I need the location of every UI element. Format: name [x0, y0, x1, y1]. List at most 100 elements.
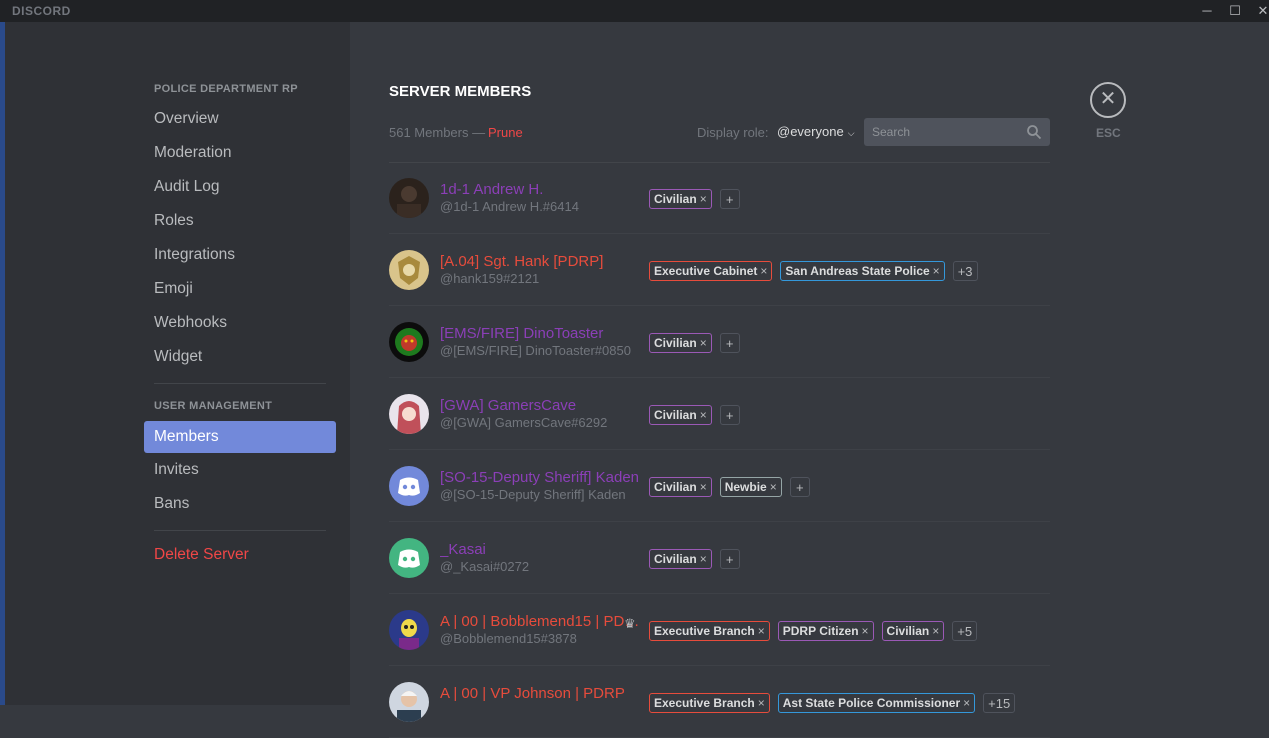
role-pill: Executive Cabinet × [649, 261, 773, 281]
add-role-button[interactable]: +5 [952, 621, 978, 641]
member-row[interactable]: _Kasai @_Kasai#0272 Civilian × + [389, 522, 1050, 594]
add-role-button[interactable]: + [719, 189, 740, 209]
sidebar-item-integrations[interactable]: Integrations [144, 239, 336, 271]
crown-icon: ♛ [624, 616, 636, 631]
role-list: Executive Branch × PDRP Citizen × Civilian × +… [649, 621, 978, 641]
member-tag: @hank159#2121 [440, 271, 540, 286]
role-pill: Executive Branch × [649, 693, 770, 713]
member-row[interactable]: [EMS/FIRE] DinoToaster @[EMS/FIRE] DinoTo… [389, 306, 1050, 378]
member-row[interactable]: 1d-1 Andrew H. @1d-1 Andrew H.#6414 Civili… [389, 162, 1050, 234]
avatar [389, 178, 429, 218]
role-pill: PDRP Citizen × [777, 621, 874, 641]
search-icon [1027, 125, 1042, 140]
avatar [389, 322, 429, 362]
role-pill: Civilian × [649, 477, 712, 497]
member-tag: @[SO-15-Deputy Sheriff] Kaden [440, 487, 626, 502]
avatar [389, 250, 429, 290]
window-close-icon[interactable]: ✕ [1249, 0, 1269, 22]
member-row[interactable]: [SO-15-Deputy Sheriff] Kaden @[SO-15-Depu… [389, 450, 1050, 522]
member-name: A | 00 | Bobblemend15 | PDRP [440, 613, 640, 630]
role-list: Executive Cabinet × San Andreas State Poli… [649, 261, 978, 281]
add-role-button[interactable]: + [719, 333, 740, 353]
remove-role-icon[interactable]: × [758, 624, 765, 638]
member-tag: @[EMS/FIRE] DinoToaster#0850 [440, 343, 631, 358]
search-box[interactable] [864, 118, 1050, 146]
minimize-icon[interactable]: ─ [1193, 0, 1221, 22]
sidebar-item-roles[interactable]: Roles [144, 205, 336, 237]
prune-link[interactable]: Prune [488, 125, 523, 140]
remove-role-icon[interactable]: × [770, 480, 777, 494]
role-pill: Newbie × [719, 477, 782, 497]
sidebar-item-webhooks[interactable]: Webhooks [144, 307, 336, 339]
role-pill: San Andreas State Police × [780, 261, 945, 281]
member-tag: @[GWA] GamersCave#6292 [440, 415, 608, 430]
display-role-label: Display role: [697, 125, 769, 140]
title-bar: DISCORD ─ ☐ ✕ [0, 0, 1269, 22]
add-role-button[interactable]: + [719, 405, 740, 425]
sidebar-item-audit-log[interactable]: Audit Log [144, 171, 336, 203]
page-title: SERVER MEMBERS [389, 83, 532, 100]
member-tag: @_Kasai#0272 [440, 559, 530, 574]
sidebar-item-widget[interactable]: Widget [144, 341, 336, 373]
member-row[interactable]: [A.04] Sgt. Hank [PDRP] @hank159#2121 Exec… [389, 234, 1050, 306]
role-pill: Civilian × [649, 549, 712, 569]
role-label: Newbie [724, 480, 767, 494]
avatar [389, 538, 429, 578]
member-row[interactable]: A | 00 | Bobblemend15 | PDRP @Bobblemend1… [389, 594, 1050, 666]
role-label: Civilian [886, 624, 930, 638]
role-label: Executive Branch [654, 696, 755, 710]
add-role-button[interactable]: +3 [952, 261, 978, 281]
sidebar-divider [154, 530, 326, 531]
role-label: Civilian [654, 192, 697, 206]
role-pill: Ast State Police Commissioner × [777, 693, 976, 713]
role-list: Civilian × + [649, 405, 740, 425]
remove-role-icon[interactable]: × [932, 624, 939, 638]
role-list: Civilian × + [649, 189, 740, 209]
member-name: _Kasai [440, 541, 486, 558]
sidebar-item-emoji[interactable]: Emoji [144, 273, 336, 305]
role-pill: Civilian × [649, 405, 712, 425]
remove-role-icon[interactable]: × [862, 624, 869, 638]
avatar [389, 394, 429, 434]
remove-role-icon[interactable]: × [963, 696, 970, 710]
role-list: Civilian × Newbie × + [649, 477, 810, 497]
remove-role-icon[interactable]: × [760, 264, 767, 278]
role-pill: Executive Branch × [649, 621, 770, 641]
role-label: Ast State Police Commissioner [782, 696, 961, 710]
member-row[interactable]: A | 00 | VP Johnson | PDRP Executive Bran… [389, 666, 1050, 738]
role-pill: Civilian × [649, 189, 712, 209]
role-list: Executive Branch × Ast State Police Commis… [649, 693, 1016, 713]
sidebar-item-invites[interactable]: Invites [144, 454, 336, 486]
remove-role-icon[interactable]: × [700, 480, 707, 494]
role-pill: Civilian × [649, 333, 712, 353]
display-role-dropdown[interactable]: @everyone ⌵ [777, 124, 855, 139]
member-row[interactable]: [GWA] GamersCave @[GWA] GamersCave#6292 Ci… [389, 378, 1050, 450]
remove-role-icon[interactable]: × [700, 552, 707, 566]
remove-role-icon[interactable]: × [758, 696, 765, 710]
search-input[interactable] [864, 118, 1024, 146]
delete-server-button[interactable]: Delete Server [144, 539, 336, 571]
remove-role-icon[interactable]: × [933, 264, 940, 278]
add-role-button[interactable]: + [719, 549, 740, 569]
role-pill: Civilian × [881, 621, 945, 641]
member-name: A | 00 | VP Johnson | PDRP [440, 685, 625, 702]
server-name-header: POLICE DEPARTMENT RP [154, 83, 298, 95]
maximize-icon[interactable]: ☐ [1221, 0, 1249, 22]
remove-role-icon[interactable]: × [700, 336, 707, 350]
member-name: [SO-15-Deputy Sheriff] Kaden [440, 469, 639, 486]
discord-logo: DISCORD [12, 4, 71, 18]
role-list: Civilian × + [649, 549, 740, 569]
sidebar-item-bans[interactable]: Bans [144, 488, 336, 520]
remove-role-icon[interactable]: × [700, 192, 707, 206]
role-label: Executive Cabinet [654, 264, 758, 278]
remove-role-icon[interactable]: × [700, 408, 707, 422]
role-label: Civilian [654, 480, 697, 494]
user-management-header: USER MANAGEMENT [154, 400, 273, 412]
sidebar-item-members[interactable]: Members [144, 421, 336, 453]
sidebar-item-overview[interactable]: Overview [144, 103, 336, 135]
add-role-button[interactable]: +15 [983, 693, 1016, 713]
avatar [389, 682, 429, 722]
add-role-button[interactable]: + [789, 477, 810, 497]
close-settings-button[interactable]: ✕ [1090, 82, 1126, 118]
sidebar-item-moderation[interactable]: Moderation [144, 137, 336, 169]
